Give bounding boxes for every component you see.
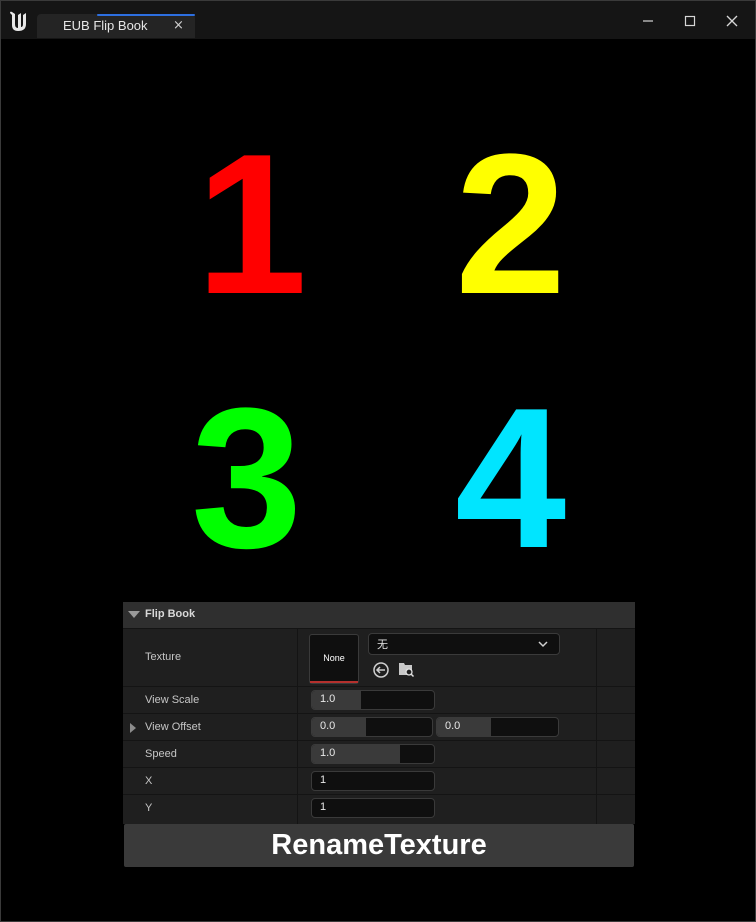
flipbook-frame-3: 3 [191,367,303,590]
speed-spinbox[interactable]: 1.0 [311,744,435,764]
speed-label: Speed [145,748,177,760]
close-icon [726,15,738,27]
column-divider [596,768,597,794]
column-divider [596,714,597,740]
close-window-button[interactable] [721,10,743,32]
view-scale-row: View Scale 1.0 [123,686,635,713]
flipbook-window: EUB Flip Book × 1 2 3 4 Flip Book Textur… [0,0,756,922]
x-value: 1 [320,774,327,786]
view-scale-spinbox[interactable]: 1.0 [311,690,435,710]
texture-row: Texture None 无 [123,628,635,687]
column-divider [297,629,298,687]
tab-label: EUB Flip Book [63,18,148,33]
flip-book-category-header[interactable]: Flip Book [123,602,635,628]
speed-value: 1.0 [320,747,336,759]
view-offset-y-spinbox[interactable]: 0.0 [436,717,559,737]
y-row: Y 1 [123,794,635,824]
browse-asset-icon[interactable] [397,660,415,678]
combo-value: 无 [377,638,388,651]
column-divider [596,741,597,767]
view-offset-y-value: 0.0 [445,720,461,732]
minimize-icon [643,20,653,22]
column-divider [297,741,298,767]
view-offset-label: View Offset [145,721,201,733]
thumbnail-text: None [323,653,345,663]
column-divider [596,795,597,824]
unreal-logo-icon [10,11,26,31]
flipbook-frame-4: 4 [455,367,567,590]
use-selected-asset-icon[interactable] [372,661,390,679]
maximize-button[interactable] [679,10,701,32]
chevron-down-icon [538,641,548,648]
collapse-caret-icon[interactable] [128,611,140,618]
x-row: X 1 [123,767,635,794]
column-divider [297,795,298,824]
x-label: X [145,775,153,787]
expand-caret-icon[interactable] [130,723,136,733]
category-title: Flip Book [145,608,196,620]
texture-thumbnail[interactable]: None [309,634,359,684]
tab-active-indicator [97,14,195,16]
rename-texture-button[interactable]: RenameTexture [124,824,634,867]
column-divider [596,687,597,713]
minimize-button[interactable] [637,10,659,32]
column-divider [297,768,298,794]
speed-row: Speed 1.0 [123,740,635,767]
title-bar[interactable]: EUB Flip Book × [1,1,755,39]
view-scale-label: View Scale [145,694,200,706]
texture-label: Texture [145,651,182,663]
view-offset-x-spinbox[interactable]: 0.0 [311,717,433,737]
flipbook-frame-2: 2 [455,113,567,336]
texture-asset-combo[interactable]: 无 [368,633,560,655]
tab-eub-flip-book[interactable]: EUB Flip Book × [37,14,195,38]
view-offset-x-value: 0.0 [320,720,336,732]
column-divider [596,629,597,687]
x-input[interactable]: 1 [311,771,435,791]
column-divider [297,714,298,740]
details-panel: Flip Book Texture None 无 View Scale 1.0 … [123,602,635,824]
view-scale-value: 1.0 [320,693,336,705]
thumbnail-type-bar [310,681,358,683]
y-input[interactable]: 1 [311,798,435,818]
flipbook-frame-1: 1 [196,113,308,336]
maximize-icon [684,15,696,27]
tab-close-icon[interactable]: × [173,18,184,33]
y-label: Y [145,802,153,814]
view-offset-row: View Offset 0.0 0.0 [123,713,635,740]
y-value: 1 [320,801,327,813]
column-divider [297,687,298,713]
